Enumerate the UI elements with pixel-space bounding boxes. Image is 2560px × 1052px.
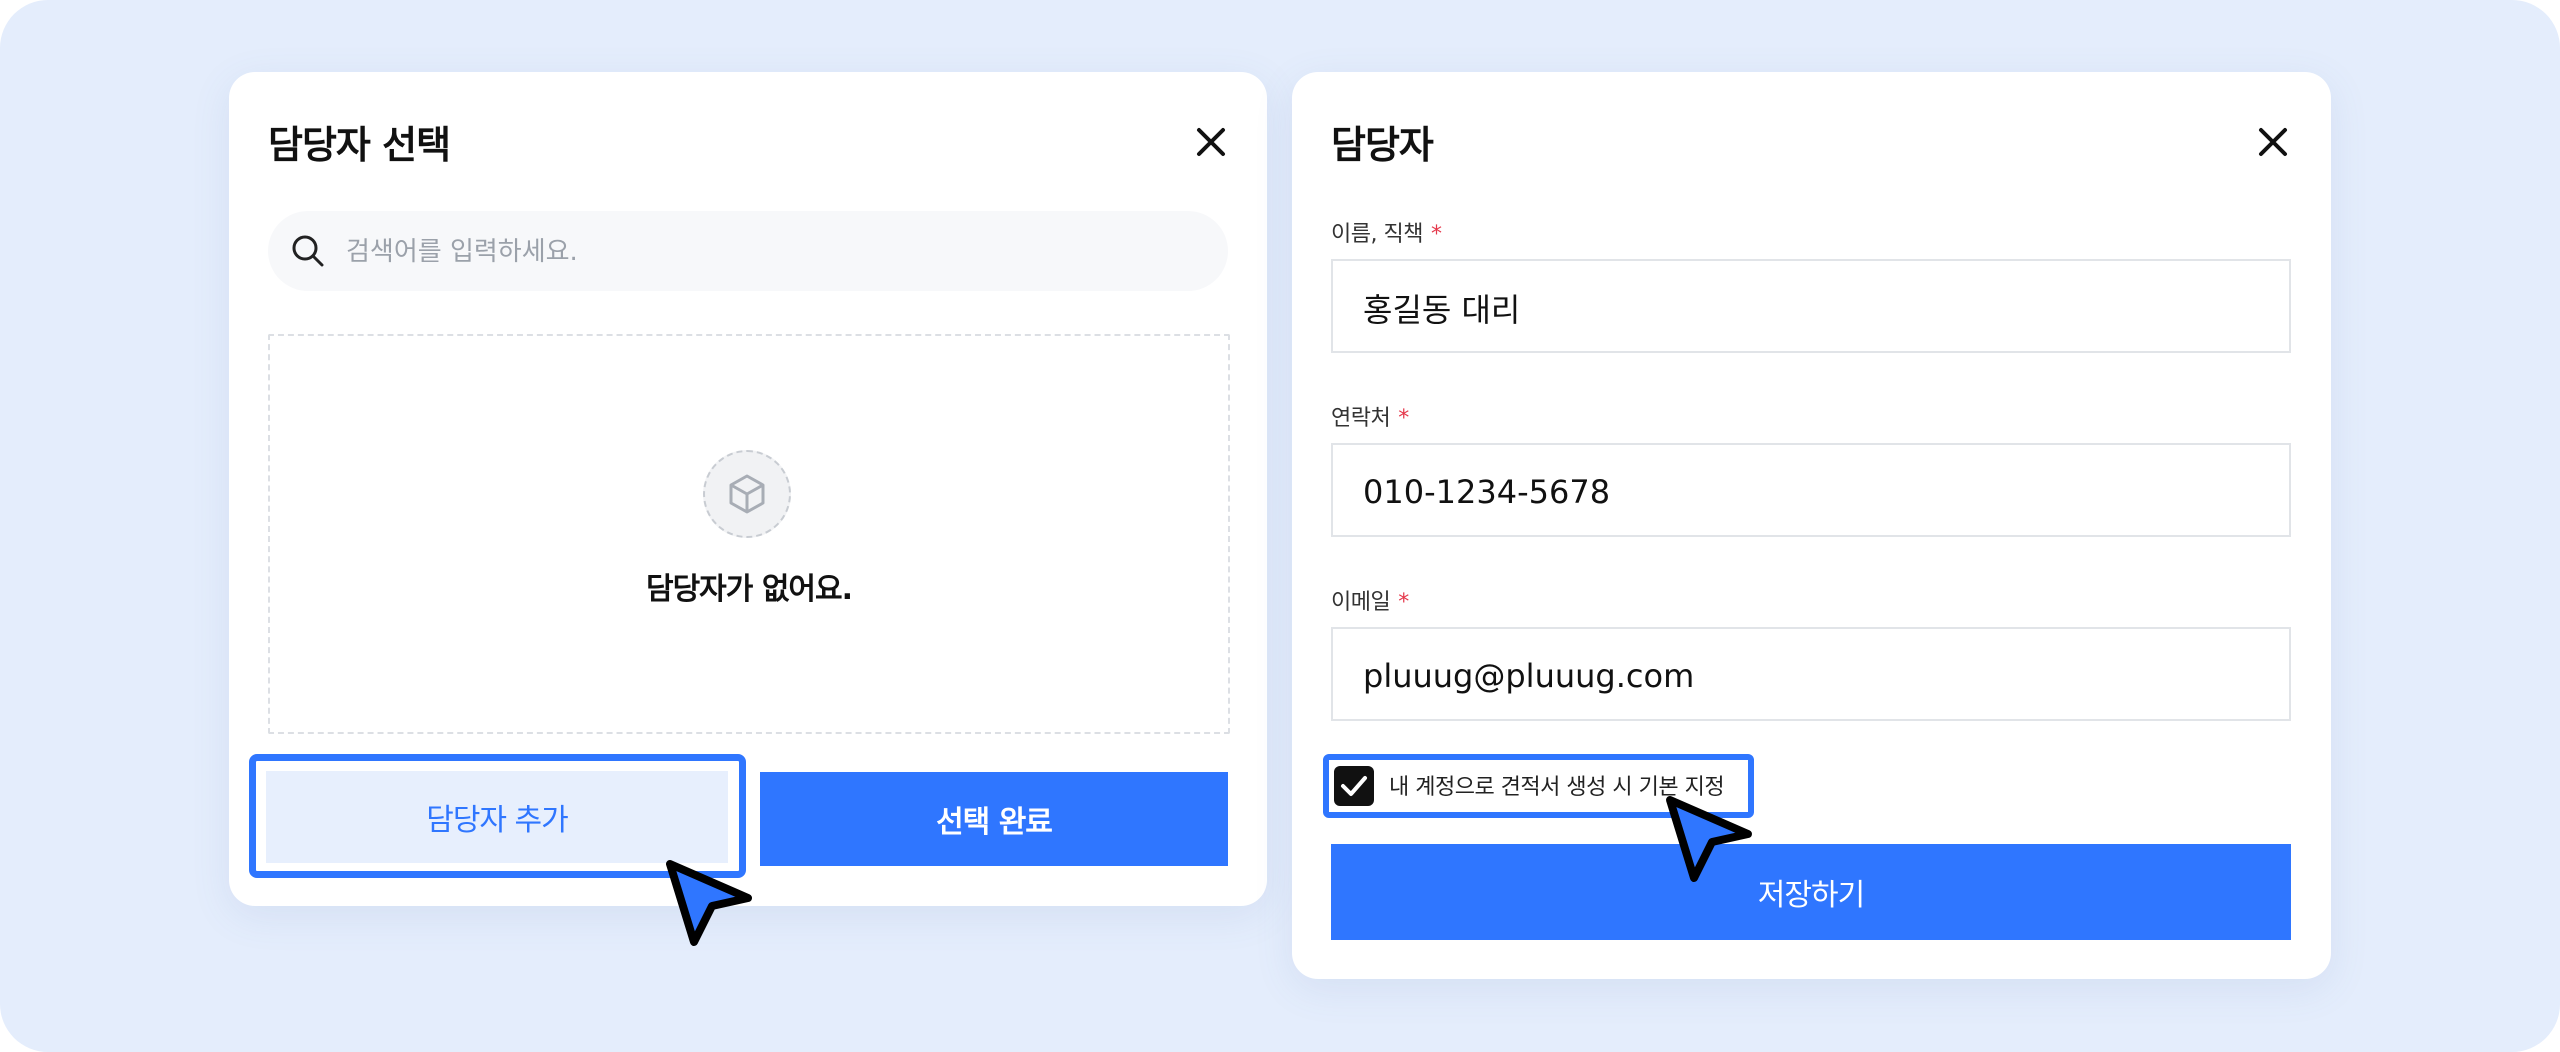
select-done-button[interactable]: 선택 완료 — [760, 772, 1228, 866]
canvas-background: 담당자 선택 담당자가 없어요. 담당자 추가 선택 완료 — [0, 0, 2560, 1052]
save-button[interactable]: 저장하기 — [1331, 844, 2291, 940]
empty-state: 담당자가 없어요. — [268, 334, 1230, 734]
empty-state-message: 담당자가 없어요. — [645, 572, 853, 607]
email-field-box — [1331, 627, 2291, 721]
search-bar — [268, 211, 1228, 291]
dialog-title: 담당자 선택 — [268, 123, 451, 167]
manager-form-dialog: 담당자 이름, 직책* 연락처* 이메일* 내 계정으로 견적서 생성 시 — [1292, 72, 2331, 979]
required-mark: * — [1398, 590, 1409, 615]
search-input[interactable] — [344, 227, 1208, 277]
close-icon[interactable] — [1189, 120, 1233, 164]
phone-input[interactable] — [1361, 467, 2265, 517]
dialog-title: 담당자 — [1331, 123, 1434, 167]
phone-label: 연락처 * — [1331, 406, 1409, 431]
name-field-box — [1331, 259, 2291, 353]
search-icon — [290, 233, 326, 269]
add-manager-button[interactable]: 담당자 추가 — [266, 771, 728, 863]
close-icon[interactable] — [2251, 120, 2295, 164]
default-assign-checkbox[interactable] — [1334, 766, 1374, 806]
name-input[interactable] — [1361, 283, 2265, 333]
required-mark: * — [1430, 222, 1442, 247]
name-label: 이름, 직책 * — [1331, 222, 1442, 247]
default-assign-label: 내 계정으로 견적서 생성 시 기본 지정 — [1389, 775, 1725, 800]
email-label: 이메일 * — [1331, 590, 1409, 615]
empty-state-badge — [703, 450, 791, 538]
email-input[interactable] — [1361, 651, 2265, 701]
phone-field-box — [1331, 443, 2291, 537]
required-mark: * — [1398, 406, 1409, 431]
select-manager-dialog: 담당자 선택 담당자가 없어요. 담당자 추가 선택 완료 — [229, 72, 1267, 906]
